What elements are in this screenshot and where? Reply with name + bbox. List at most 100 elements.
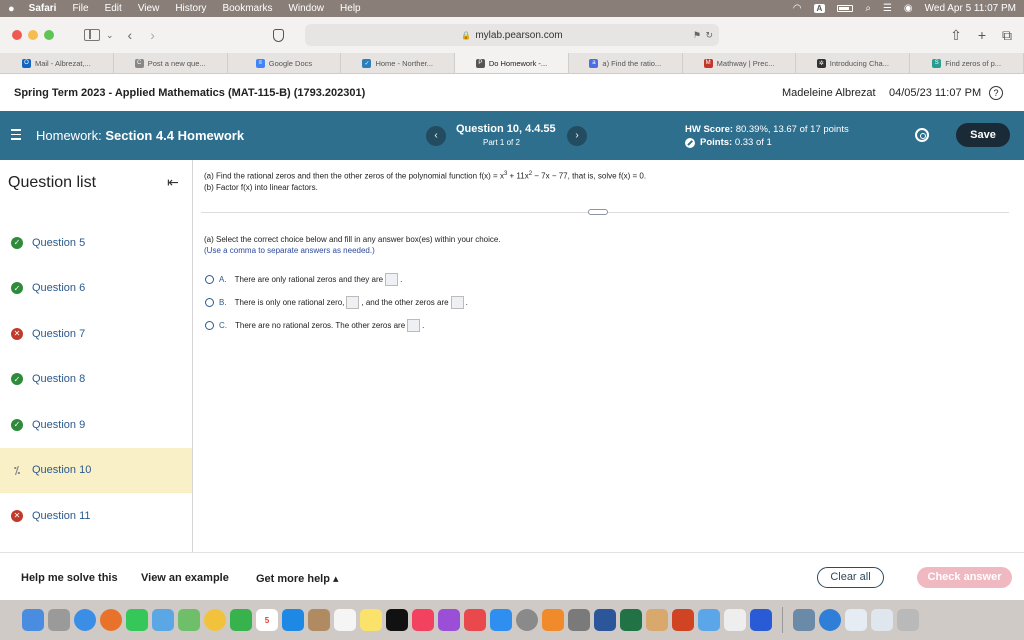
- siri-icon[interactable]: ◉: [904, 3, 913, 14]
- notes-icon[interactable]: [360, 609, 382, 631]
- battery-icon[interactable]: [837, 5, 854, 12]
- sidebar-menu-chevron-icon[interactable]: ⌄: [106, 30, 114, 41]
- memoji-app-icon[interactable]: [646, 609, 668, 631]
- back-button[interactable]: ‹: [128, 27, 133, 43]
- answer-input-box[interactable]: [450, 296, 464, 309]
- apple-tv-icon[interactable]: [386, 609, 408, 631]
- browser-tab[interactable]: P Do Homework -...: [455, 53, 569, 73]
- answer-choice[interactable]: B. There is only one rational zero, , and …: [205, 296, 468, 309]
- browser-tab[interactable]: ✓ Home - Norther...: [341, 53, 456, 73]
- previous-question-button[interactable]: ‹: [426, 126, 446, 146]
- trash-icon[interactable]: [897, 609, 919, 631]
- preview-icon[interactable]: [568, 609, 590, 631]
- wifi-icon[interactable]: ◠: [793, 3, 802, 14]
- collapse-panel-icon[interactable]: ⇤: [167, 174, 179, 191]
- document-stack-icon[interactable]: [871, 609, 893, 631]
- radio-button[interactable]: [205, 298, 214, 307]
- menu-clock[interactable]: Wed Apr 5 11:07 PM: [925, 3, 1016, 14]
- music-icon[interactable]: [412, 609, 434, 631]
- question-list-item[interactable]: ⁒ Question 10: [0, 447, 192, 493]
- get-more-help-button[interactable]: Get more help ▴: [256, 572, 339, 585]
- check-answer-button[interactable]: Check answer: [917, 567, 1012, 588]
- mail-icon[interactable]: [152, 609, 174, 631]
- tab-overview-icon[interactable]: ⧉: [1002, 27, 1012, 44]
- app-icon[interactable]: [698, 609, 720, 631]
- app-store-icon[interactable]: [490, 609, 512, 631]
- facetime-icon[interactable]: [230, 609, 252, 631]
- minimize-window-button[interactable]: [28, 30, 38, 40]
- spotlight-search-icon[interactable]: ⌕: [865, 3, 871, 14]
- question-list-item[interactable]: ✓ Question 5: [0, 220, 192, 265]
- radio-button[interactable]: [205, 321, 214, 330]
- settings-gear-icon[interactable]: [915, 128, 929, 142]
- question-list-item[interactable]: ✕ Question 7: [0, 311, 192, 356]
- podcasts-icon[interactable]: [438, 609, 460, 631]
- answer-choice[interactable]: A. There are only rational zeros and they…: [205, 273, 402, 286]
- answer-choice[interactable]: C. There are no rational zeros. The other…: [205, 319, 424, 332]
- browser-tab[interactable]: M Mathway | Prec...: [683, 53, 797, 73]
- save-button[interactable]: Save: [956, 123, 1010, 147]
- menu-history[interactable]: History: [175, 3, 206, 14]
- answer-input-box[interactable]: [407, 319, 421, 332]
- sidebar-toggle-icon[interactable]: [84, 29, 100, 41]
- firefox-icon[interactable]: [100, 609, 122, 631]
- menu-bookmarks[interactable]: Bookmarks: [222, 3, 272, 14]
- menu-edit[interactable]: Edit: [105, 3, 122, 14]
- forward-button[interactable]: ›: [150, 27, 155, 43]
- launchpad-icon[interactable]: [48, 609, 70, 631]
- browser-tab[interactable]: a a) Find the ratio...: [569, 53, 683, 73]
- question-list-item[interactable]: ✓ Question 6: [0, 266, 192, 311]
- privacy-shield-icon[interactable]: [272, 28, 284, 42]
- close-window-button[interactable]: [12, 30, 22, 40]
- calendar-icon[interactable]: 5: [256, 609, 278, 631]
- share-icon[interactable]: ⇧: [950, 27, 962, 44]
- address-bar[interactable]: 🔒 mylab.pearson.com ⚑ ↻: [305, 24, 719, 46]
- answer-input-box[interactable]: [385, 273, 399, 286]
- answer-input-box[interactable]: [346, 296, 360, 309]
- divider-drag-handle[interactable]: [588, 209, 608, 215]
- powerpoint-icon[interactable]: [672, 609, 694, 631]
- system-preferences-icon[interactable]: [516, 609, 538, 631]
- messages-icon[interactable]: [126, 609, 148, 631]
- hamburger-menu-icon[interactable]: [11, 129, 21, 143]
- browser-tab[interactable]: C Post a new que...: [114, 53, 228, 73]
- downloads-stack-icon[interactable]: [793, 609, 815, 631]
- reload-icon[interactable]: ↻: [705, 30, 713, 41]
- menu-view[interactable]: View: [138, 3, 160, 14]
- browser-tab[interactable]: ✲ Introducing Cha...: [796, 53, 911, 73]
- news-icon[interactable]: [464, 609, 486, 631]
- freeform-icon[interactable]: [724, 609, 746, 631]
- finder-icon[interactable]: [22, 609, 44, 631]
- next-question-button[interactable]: ›: [567, 126, 587, 146]
- control-center-icon[interactable]: ☰: [883, 3, 892, 14]
- clear-all-button[interactable]: Clear all: [817, 567, 884, 588]
- help-me-solve-button[interactable]: Help me solve this: [21, 572, 118, 584]
- books-icon[interactable]: [542, 609, 564, 631]
- maps-icon[interactable]: [178, 609, 200, 631]
- browser-tab[interactable]: ≡ Google Docs: [228, 53, 342, 73]
- menu-window[interactable]: Window: [288, 3, 324, 14]
- safari-icon[interactable]: [74, 609, 96, 631]
- menu-file[interactable]: File: [72, 3, 88, 14]
- input-source-badge[interactable]: A: [813, 4, 826, 13]
- contacts-icon[interactable]: [308, 609, 330, 631]
- network-icon[interactable]: [819, 609, 841, 631]
- question-list-item[interactable]: ✓ Question 8: [0, 357, 192, 402]
- help-icon[interactable]: ?: [989, 85, 1003, 100]
- vpn-icon[interactable]: [750, 609, 772, 631]
- translate-icon[interactable]: ⚑: [693, 30, 701, 41]
- word-icon[interactable]: [594, 609, 616, 631]
- photos-icon[interactable]: [204, 609, 226, 631]
- browser-tab[interactable]: S Find zeros of p...: [910, 53, 1024, 73]
- menu-safari[interactable]: Safari: [29, 3, 57, 14]
- outlook-dock-icon[interactable]: [282, 609, 304, 631]
- zoom-window-button[interactable]: [44, 30, 54, 40]
- new-tab-icon[interactable]: +: [978, 27, 986, 44]
- apple-menu-icon[interactable]: ●: [8, 3, 15, 15]
- reminders-icon[interactable]: [334, 609, 356, 631]
- browser-tab[interactable]: O Mail - Albrezat,...: [0, 53, 114, 73]
- radio-button[interactable]: [205, 275, 214, 284]
- menu-help[interactable]: Help: [340, 3, 361, 14]
- question-list-item[interactable]: ✓ Question 9: [0, 402, 192, 447]
- view-example-button[interactable]: View an example: [141, 572, 229, 584]
